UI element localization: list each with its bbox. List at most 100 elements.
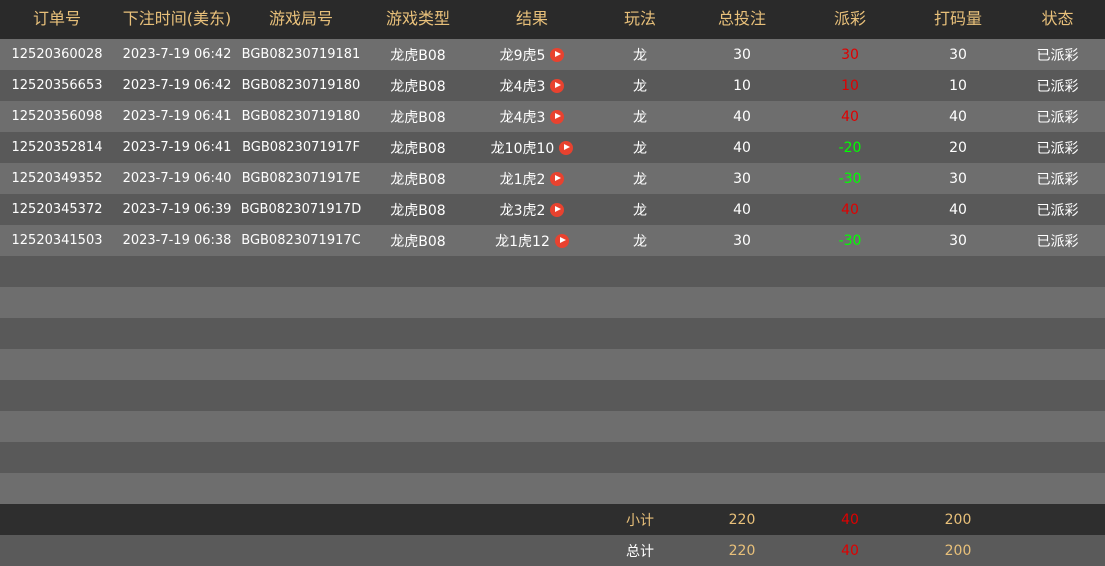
play-circle-icon[interactable] xyxy=(554,233,569,248)
total-bet-cell: 40 xyxy=(733,201,751,218)
status-cell: 已派彩 xyxy=(1036,47,1079,64)
bet-records-panel: 订单号 下注时间(美东) 游戏局号 游戏类型 结果 玩法 总投注 派彩 打码量 … xyxy=(0,0,1105,566)
round-id-cell: BGB08230719180 xyxy=(241,78,361,93)
col-header-result[interactable]: 结果 xyxy=(474,0,590,39)
bet-time-cell: 2023-7-19 06:40 xyxy=(122,171,232,186)
empty-cell xyxy=(0,349,1105,380)
game-type-cell: 龙虎B08 xyxy=(390,109,446,126)
play-circle-icon[interactable] xyxy=(550,78,565,93)
summary-spacer xyxy=(0,504,590,535)
total-bet-cell: 10 xyxy=(733,77,751,94)
status-cell: 已派彩 xyxy=(1036,171,1079,188)
play-type-cell: 龙 xyxy=(633,140,647,157)
play-type-cell: 龙 xyxy=(633,47,647,64)
col-header-order[interactable]: 订单号 xyxy=(0,0,114,39)
order-number-cell: 12520356653 xyxy=(11,78,103,93)
status-cell: 已派彩 xyxy=(1036,233,1079,250)
round-id-cell: BGB0823071917C xyxy=(241,233,361,248)
total-bet-cell: 40 xyxy=(733,139,751,156)
round-id-cell: BGB0823071917F xyxy=(242,140,360,155)
summary-turnover: 200 xyxy=(944,542,972,559)
col-header-round[interactable]: 游戏局号 xyxy=(240,0,362,39)
empty-cell xyxy=(0,473,1105,504)
play-type-cell: 龙 xyxy=(633,171,647,188)
empty-cell xyxy=(0,318,1105,349)
game-type-cell: 龙虎B08 xyxy=(390,233,446,250)
table-row: 12520352814 2023-7-19 06:41 BGB0823071917F… xyxy=(0,132,1105,163)
total-row: 总计 220 40 200 xyxy=(0,535,1105,566)
empty-cell xyxy=(0,380,1105,411)
col-header-play[interactable]: 玩法 xyxy=(590,0,690,39)
summary-label: 总计 xyxy=(626,543,654,560)
summary-spacer xyxy=(0,535,590,566)
total-bet-cell: 40 xyxy=(733,108,751,125)
total-bet-cell: 30 xyxy=(733,170,751,187)
play-circle-icon[interactable] xyxy=(550,202,565,217)
col-header-status[interactable]: 状态 xyxy=(1010,0,1105,39)
play-type-cell: 龙 xyxy=(633,109,647,126)
empty-row xyxy=(0,349,1105,380)
total-bet-cell: 30 xyxy=(733,232,751,249)
play-circle-icon[interactable] xyxy=(550,171,565,186)
result-cell: 龙1虎12 xyxy=(474,225,590,256)
payout-cell: 40 xyxy=(841,108,859,125)
game-type-cell: 龙虎B08 xyxy=(390,47,446,64)
status-cell: 已派彩 xyxy=(1036,109,1079,126)
order-number-cell: 12520356098 xyxy=(11,109,103,124)
col-header-bet[interactable]: 总投注 xyxy=(690,0,794,39)
result-cell: 龙9虎5 xyxy=(474,39,590,70)
payout-cell: 10 xyxy=(841,77,859,94)
bet-time-cell: 2023-7-19 06:42 xyxy=(122,47,232,62)
turnover-cell: 30 xyxy=(949,232,967,249)
result-cell: 龙4虎3 xyxy=(474,101,590,132)
summary-bet: 220 xyxy=(728,542,756,559)
empty-row xyxy=(0,411,1105,442)
bet-time-cell: 2023-7-19 06:41 xyxy=(122,140,232,155)
empty-cell xyxy=(0,442,1105,473)
subtotal-row: 小计 220 40 200 xyxy=(0,504,1105,535)
col-header-game-type[interactable]: 游戏类型 xyxy=(362,0,474,39)
summary-payout: 40 xyxy=(841,542,859,559)
game-type-cell: 龙虎B08 xyxy=(390,202,446,219)
order-number-cell: 12520345372 xyxy=(11,202,103,217)
table-header-row: 订单号 下注时间(美东) 游戏局号 游戏类型 结果 玩法 总投注 派彩 打码量 … xyxy=(0,0,1105,39)
col-header-turnover[interactable]: 打码量 xyxy=(906,0,1010,39)
round-id-cell: BGB08230719181 xyxy=(241,47,361,62)
summary-bet: 220 xyxy=(728,511,756,528)
play-type-cell: 龙 xyxy=(633,233,647,250)
play-circle-icon[interactable] xyxy=(550,47,565,62)
play-circle-icon[interactable] xyxy=(550,109,565,124)
result-cell: 龙10虎10 xyxy=(474,132,590,163)
result-cell: 龙3虎2 xyxy=(474,194,590,225)
play-circle-icon[interactable] xyxy=(559,140,574,155)
table-row: 12520345372 2023-7-19 06:39 BGB0823071917D… xyxy=(0,194,1105,225)
empty-row xyxy=(0,473,1105,504)
order-number-cell: 12520341503 xyxy=(11,233,103,248)
summary-label: 小计 xyxy=(626,512,654,529)
col-header-payout[interactable]: 派彩 xyxy=(794,0,906,39)
col-header-time[interactable]: 下注时间(美东) xyxy=(114,0,240,39)
bet-time-cell: 2023-7-19 06:42 xyxy=(122,78,232,93)
table-row: 12520356098 2023-7-19 06:41 BGB08230719180… xyxy=(0,101,1105,132)
payout-cell: 30 xyxy=(841,46,859,63)
summary-payout: 40 xyxy=(841,511,859,528)
bet-records-table: 订单号 下注时间(美东) 游戏局号 游戏类型 结果 玩法 总投注 派彩 打码量 … xyxy=(0,0,1105,566)
turnover-cell: 40 xyxy=(949,108,967,125)
result-text: 龙9虎5 xyxy=(499,47,546,64)
result-cell: 龙4虎3 xyxy=(474,70,590,101)
summary-turnover: 200 xyxy=(944,511,972,528)
table-row: 12520360028 2023-7-19 06:42 BGB08230719181… xyxy=(0,39,1105,70)
empty-row xyxy=(0,287,1105,318)
table-row: 12520349352 2023-7-19 06:40 BGB0823071917E… xyxy=(0,163,1105,194)
order-number-cell: 12520360028 xyxy=(11,47,103,62)
table-row: 12520356653 2023-7-19 06:42 BGB08230719180… xyxy=(0,70,1105,101)
empty-cell xyxy=(0,287,1105,318)
result-text: 龙1虎2 xyxy=(499,171,546,188)
empty-row xyxy=(0,256,1105,287)
result-text: 龙3虎2 xyxy=(499,202,546,219)
game-type-cell: 龙虎B08 xyxy=(390,171,446,188)
empty-row xyxy=(0,318,1105,349)
total-bet-cell: 30 xyxy=(733,46,751,63)
status-cell: 已派彩 xyxy=(1036,202,1079,219)
round-id-cell: BGB0823071917E xyxy=(241,171,361,186)
